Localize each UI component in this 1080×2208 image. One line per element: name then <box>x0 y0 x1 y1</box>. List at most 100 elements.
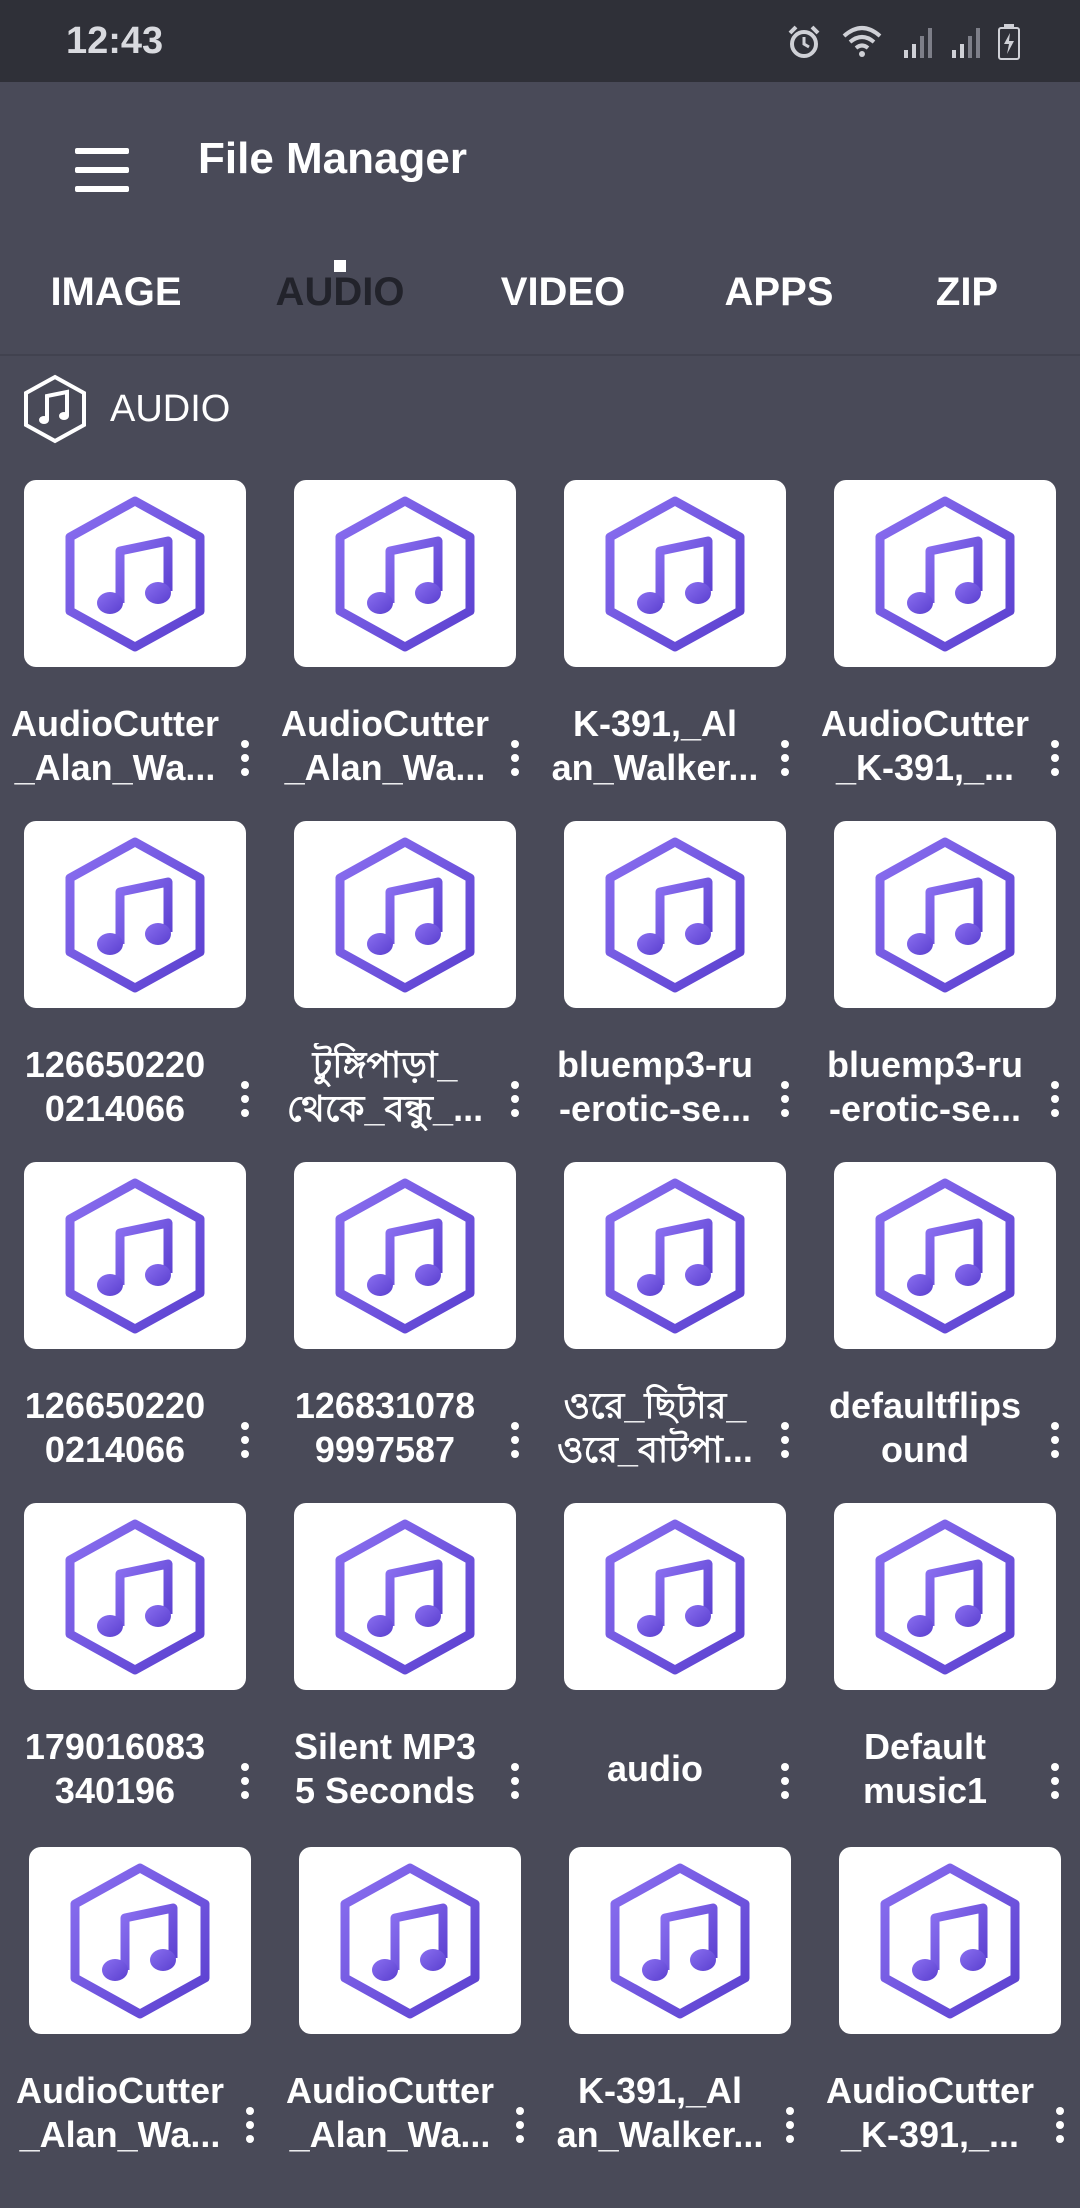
dot <box>781 1436 789 1444</box>
audio-file-item[interactable]: টুঙ্গিপাড়া_ থেকে_বন্ধু_... <box>270 821 540 1161</box>
music-note-hexagon-icon <box>335 1519 475 1674</box>
more-options-button[interactable] <box>500 1410 530 1470</box>
audio-thumbnail[interactable] <box>29 1847 251 2034</box>
audio-thumbnail[interactable] <box>24 1162 246 1349</box>
dot <box>1051 754 1059 762</box>
audio-thumbnail[interactable] <box>294 480 516 667</box>
audio-file-item[interactable]: ওরে_ছিটার_ ওরে_বাটপা... <box>540 1162 810 1502</box>
status-bar: 12:43 <box>0 0 1080 82</box>
audio-file-item[interactable]: 179016083 340196 <box>0 1503 270 1843</box>
audio-file-item[interactable]: Default music1 <box>810 1503 1080 1843</box>
audio-thumbnail[interactable] <box>564 1162 786 1349</box>
more-options-button[interactable] <box>1040 1069 1070 1129</box>
more-options-button[interactable] <box>770 728 800 788</box>
audio-file-item[interactable]: AudioCutter _Alan_Wa... <box>5 1847 275 2187</box>
dot <box>781 1422 789 1430</box>
audio-thumbnail[interactable] <box>569 1847 791 2034</box>
tab-zip[interactable]: ZIP <box>936 270 998 315</box>
audio-file-item[interactable]: AudioCutter _Alan_Wa... <box>275 1847 545 2187</box>
dot <box>1051 1777 1059 1785</box>
audio-file-item[interactable]: defaultflips ound <box>810 1162 1080 1502</box>
audio-thumbnail[interactable] <box>24 821 246 1008</box>
music-note-hexagon-icon <box>335 496 475 651</box>
dot <box>511 740 519 748</box>
audio-file-item[interactable]: bluemp3-ru -erotic-se... <box>810 821 1080 1161</box>
more-options-button[interactable] <box>1045 2095 1075 2155</box>
more-options-button[interactable] <box>230 728 260 788</box>
dot <box>246 2107 254 2115</box>
file-name: defaultflips ound <box>810 1384 1040 1472</box>
audio-thumbnail[interactable] <box>24 480 246 667</box>
more-options-button[interactable] <box>500 1069 530 1129</box>
tab-apps[interactable]: APPS <box>725 270 834 315</box>
file-name-line-1: 179016083 <box>24 1726 206 1767</box>
more-options-button[interactable] <box>500 1751 530 1811</box>
tab-video[interactable]: VIDEO <box>501 270 625 315</box>
audio-file-item[interactable]: 126831078 9997587 <box>270 1162 540 1502</box>
audio-thumbnail[interactable] <box>294 1162 516 1349</box>
menu-button[interactable] <box>62 130 142 210</box>
file-name-line-1: K-391,_Al <box>572 703 738 744</box>
audio-thumbnail[interactable] <box>294 1503 516 1690</box>
audio-file-item[interactable]: AudioCutter _K-391,_... <box>815 1847 1080 2187</box>
audio-file-item[interactable]: AudioCutter _K-391,_... <box>810 480 1080 820</box>
audio-thumbnail[interactable] <box>834 821 1056 1008</box>
music-note-hexagon-icon <box>605 1178 745 1333</box>
more-options-button[interactable] <box>770 1069 800 1129</box>
audio-file-item[interactable]: AudioCutter _Alan_Wa... <box>270 480 540 820</box>
file-name-line-1: bluemp3-ru <box>826 1044 1023 1085</box>
audio-file-item[interactable]: audio <box>540 1503 810 1843</box>
more-options-button[interactable] <box>770 1751 800 1811</box>
audio-file-item[interactable]: K-391,_Al an_Walker... <box>540 480 810 820</box>
dot <box>516 2107 524 2115</box>
more-options-button[interactable] <box>1040 1410 1070 1470</box>
more-options-button[interactable] <box>775 2095 805 2155</box>
audio-file-item[interactable]: K-391,_Al an_Walker... <box>545 1847 815 2187</box>
dot <box>511 1109 519 1117</box>
dot <box>781 740 789 748</box>
dot <box>781 1095 789 1103</box>
more-options-button[interactable] <box>235 2095 265 2155</box>
music-note-hexagon-icon <box>880 1863 1020 2018</box>
more-options-button[interactable] <box>1040 728 1070 788</box>
file-name-line-2: 340196 <box>54 1770 176 1811</box>
audio-file-item[interactable]: Silent MP3 5 Seconds <box>270 1503 540 1843</box>
audio-file-item[interactable]: bluemp3-ru -erotic-se... <box>540 821 810 1161</box>
file-name-line-2: _Alan_Wa... <box>19 2114 221 2155</box>
file-name-line-1: AudioCutter <box>281 703 489 744</box>
more-options-button[interactable] <box>230 1069 260 1129</box>
dot <box>1051 1763 1059 1771</box>
audio-thumbnail[interactable] <box>564 1503 786 1690</box>
dot <box>511 1095 519 1103</box>
more-options-button[interactable] <box>770 1410 800 1470</box>
audio-thumbnail[interactable] <box>564 821 786 1008</box>
dot <box>781 1777 789 1785</box>
audio-thumbnail[interactable] <box>294 821 516 1008</box>
file-name-line-1: AudioCutter <box>16 2070 224 2111</box>
dot <box>786 2135 794 2143</box>
more-options-button[interactable] <box>1040 1751 1070 1811</box>
more-options-button[interactable] <box>230 1410 260 1470</box>
tab-image[interactable]: IMAGE <box>50 270 181 315</box>
tab-audio[interactable]: AUDIO <box>276 270 405 315</box>
audio-thumbnail[interactable] <box>834 1162 1056 1349</box>
music-note-hexagon-icon <box>605 837 745 992</box>
audio-thumbnail[interactable] <box>299 1847 521 2034</box>
file-name-line-1: 126831078 <box>294 1385 476 1426</box>
wifi-icon <box>842 26 882 57</box>
audio-thumbnail[interactable] <box>839 1847 1061 2034</box>
audio-thumbnail[interactable] <box>24 1503 246 1690</box>
more-options-button[interactable] <box>500 728 530 788</box>
hamburger-menu-icon <box>75 148 129 192</box>
file-name-line-2: an_Walker... <box>551 747 759 788</box>
audio-thumbnail[interactable] <box>834 480 1056 667</box>
dot <box>1051 1422 1059 1430</box>
signal-icon <box>904 28 932 58</box>
audio-thumbnail[interactable] <box>564 480 786 667</box>
audio-thumbnail[interactable] <box>834 1503 1056 1690</box>
more-options-button[interactable] <box>230 1751 260 1811</box>
audio-file-item[interactable]: AudioCutter _Alan_Wa... <box>0 480 270 820</box>
audio-file-item[interactable]: 126650220 0214066 <box>0 821 270 1161</box>
more-options-button[interactable] <box>505 2095 535 2155</box>
audio-file-item[interactable]: 126650220 0214066 <box>0 1162 270 1502</box>
